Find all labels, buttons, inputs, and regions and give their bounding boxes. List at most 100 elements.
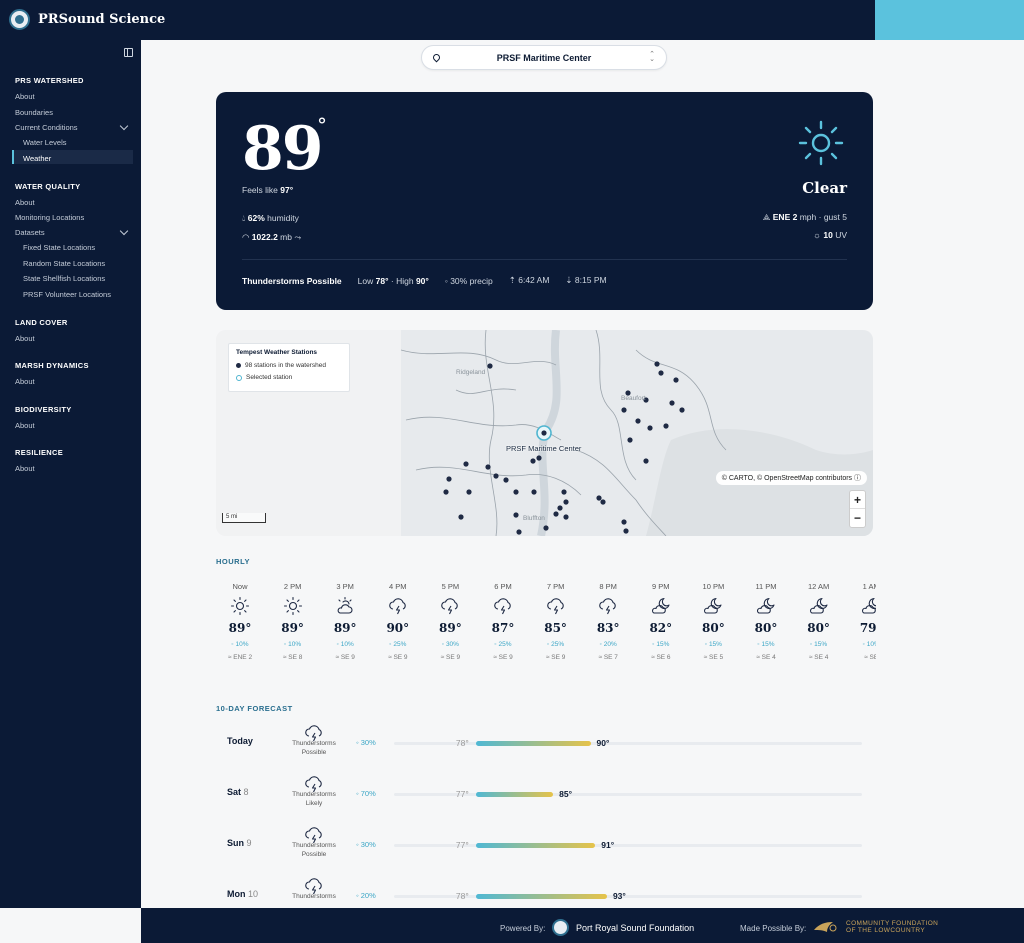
chevron-down-icon[interactable] [119, 121, 129, 131]
hourly-precip-value: 20% [603, 641, 617, 648]
hourly-wind-value: SE 8 [288, 654, 303, 661]
sunrise-icon: ⇡ [508, 275, 516, 285]
night-cloudy-icon [742, 596, 790, 618]
hourly-strip[interactable]: Now 89° ◦ 10% ≈ ENE 2 2 PM 89° ◦ 10% ≈ SE 8 3 PM… [216, 576, 876, 676]
hourly-precip-value: 15% [814, 641, 828, 648]
hourly-temp: 80° [702, 621, 725, 635]
sidebar-item-about[interactable]: About [15, 198, 35, 207]
location-selector-value: PRSF Maritime Center [496, 53, 592, 63]
hourly-wind: ≈ ENE 2 [227, 654, 253, 661]
current-conditions-card: 89 ° Feels like 97° 💧︎ 62% humidity ◠ 10… [216, 92, 873, 310]
forecast-condition-line-1: Thunderstorms [292, 740, 336, 747]
sponsor-name[interactable]: COMMUNITY FOUNDATION OF THE LOWCOUNTRY [846, 920, 938, 934]
night-cloudy-icon [689, 596, 737, 618]
info-icon[interactable]: ⓘ [854, 475, 861, 482]
sidebar-section-resilience: RESILIENCE [15, 448, 64, 457]
forecast-row[interactable]: Today Thunderstorms Possible ◦ 30% 78° 90° [216, 721, 873, 773]
hourly-precip-value: 15% [656, 641, 670, 648]
forecast-precip-value: 30% [360, 840, 376, 849]
forecast-condition-line-2: Possible [301, 749, 327, 756]
sidebar-item-monitoring-locations[interactable]: Monitoring Locations [15, 213, 84, 222]
uv-value: 10 [823, 230, 833, 240]
precip-value: 30% precip [450, 275, 493, 286]
sort-chevrons-icon: ⌃ ⌄ [649, 51, 655, 63]
hourly-time: 12 AM [807, 582, 830, 591]
hourly-temp: 80° [754, 621, 778, 635]
thunderstorm-icon [479, 596, 527, 618]
hourly-precip: ◦ 10% [231, 641, 249, 648]
sidebar-item-about[interactable]: About [15, 377, 35, 386]
hourly-item: 10 PM 80° ◦ 15% ≈ SE 5 [689, 576, 737, 661]
hourly-wind: ≈ SE 4 [808, 654, 829, 661]
station-dot-icon [236, 363, 241, 368]
sidebar-item-datasets[interactable]: Datasets [15, 228, 45, 237]
sidebar-item-random-state-locations[interactable]: Random State Locations [23, 259, 105, 268]
sidebar-item-state-shellfish-locations[interactable]: State Shellfish Locations [23, 274, 105, 283]
hourly-time: 5 PM [441, 582, 460, 591]
hourly-item: 1 AM 79° ◦ 10% ≈ SE [847, 576, 876, 661]
forecast-day-name: Sun [227, 838, 244, 848]
map-attribution[interactable]: © CARTO, © OpenStreetMap contributors ⓘ [715, 471, 867, 485]
zoom-in-button[interactable]: + [850, 491, 865, 509]
forecast-day: Sat 8 [227, 787, 249, 797]
sidebar-item-prsf-volunteer-locations[interactable]: PRSF Volunteer Locations [23, 290, 111, 299]
stations-map[interactable]: Ridgeland Beaufort Bluffton PRSF Maritim… [216, 330, 873, 536]
hourly-precip: ◦ 15% [704, 641, 722, 648]
temperature-range-bar [475, 741, 591, 746]
current-temperature: 89 [242, 114, 323, 184]
forecast-day-name: Mon [227, 889, 246, 899]
sidebar-item-about[interactable]: About [15, 464, 35, 473]
forecast-condition-line-1: Thunderstorms [292, 842, 336, 849]
sidebar-item-fixed-state-locations[interactable]: Fixed State Locations [23, 243, 95, 252]
feels-like-label: Feels like [242, 185, 278, 195]
brand[interactable]: PRSound Science [9, 9, 165, 30]
powered-by-org[interactable]: Port Royal Sound Foundation [576, 923, 694, 933]
sidebar-item-about[interactable]: About [15, 421, 35, 430]
temperature-range-bar [475, 894, 607, 899]
hourly-precip-value: 10% [866, 641, 876, 648]
hourly-temp: 82° [649, 621, 673, 635]
droplet-icon: 💧︎ [242, 213, 246, 223]
sidebar-collapse-icon[interactable] [124, 48, 133, 57]
sunset-time: 8:15 PM [574, 275, 607, 285]
footer: Powered By: Port Royal Sound Foundation … [141, 908, 1024, 943]
forecast-condition: Thunderstorms Possible [283, 841, 345, 859]
hourly-wind-value: SE 4 [761, 654, 776, 661]
hourly-time: 9 PM [652, 582, 670, 591]
hourly-temp: 80° [807, 621, 830, 635]
precip: ◦ 30% precip [445, 276, 493, 286]
pressure-unit: mb [280, 232, 292, 242]
sidebar-item-weather[interactable]: Weather [23, 154, 51, 163]
hourly-wind: ≈ SE 8 [282, 654, 303, 661]
forecast-low: 78° [455, 738, 469, 748]
hourly-temp: 89° [228, 621, 252, 635]
gauge-icon: ◠ [242, 232, 250, 242]
sidebar-item-about[interactable]: About [15, 92, 35, 101]
hourly-precip-value: 15% [761, 641, 775, 648]
location-selector[interactable]: PRSF Maritime Center ⌃ ⌄ [421, 45, 667, 70]
hourly-item: 7 PM 85° ◦ 25% ≈ SE 9 [532, 576, 580, 661]
zoom-out-button[interactable]: − [850, 509, 865, 527]
hourly-item: 2 PM 89° ◦ 10% ≈ SE 8 [269, 576, 317, 661]
top-bar: PRSound Science [0, 0, 1024, 40]
forecast-row[interactable]: Sat 8 Thunderstorms Likely ◦ 70% 77° 85° [216, 772, 873, 824]
hourly-precip: ◦ 25% [494, 641, 512, 648]
sidebar-item-about[interactable]: About [15, 334, 35, 343]
sidebar-item-water-levels[interactable]: Water Levels [23, 138, 67, 147]
hourly-wind-value: SE [869, 654, 876, 661]
forecast-high: 85° [559, 789, 572, 799]
forecast-precip-value: 70% [360, 789, 376, 798]
hourly-precip: ◦ 10% [284, 641, 302, 648]
forecast-day-date: 10 [248, 889, 259, 899]
chevron-down-icon[interactable] [119, 226, 129, 236]
hourly-item: 9 PM 82° ◦ 15% ≈ SE 6 [637, 576, 685, 661]
sidebar-item-current-conditions[interactable]: Current Conditions [15, 123, 78, 132]
forecast-row[interactable]: Sun 9 Thunderstorms Possible ◦ 30% 77° 91° [216, 823, 873, 875]
hourly-precip: ◦ 15% [757, 641, 775, 648]
humidity: 💧︎ 62% humidity [242, 213, 299, 224]
sidebar-section-land-cover: LAND COVER [15, 318, 68, 327]
daily-summary: Thunderstorms Possible Low 78° · High 90… [242, 275, 607, 286]
sidebar-item-boundaries[interactable]: Boundaries [15, 108, 53, 117]
forecast-condition-line-1: Thunderstorms [292, 791, 336, 798]
sidebar-section-water-quality: WATER QUALITY [15, 182, 81, 191]
